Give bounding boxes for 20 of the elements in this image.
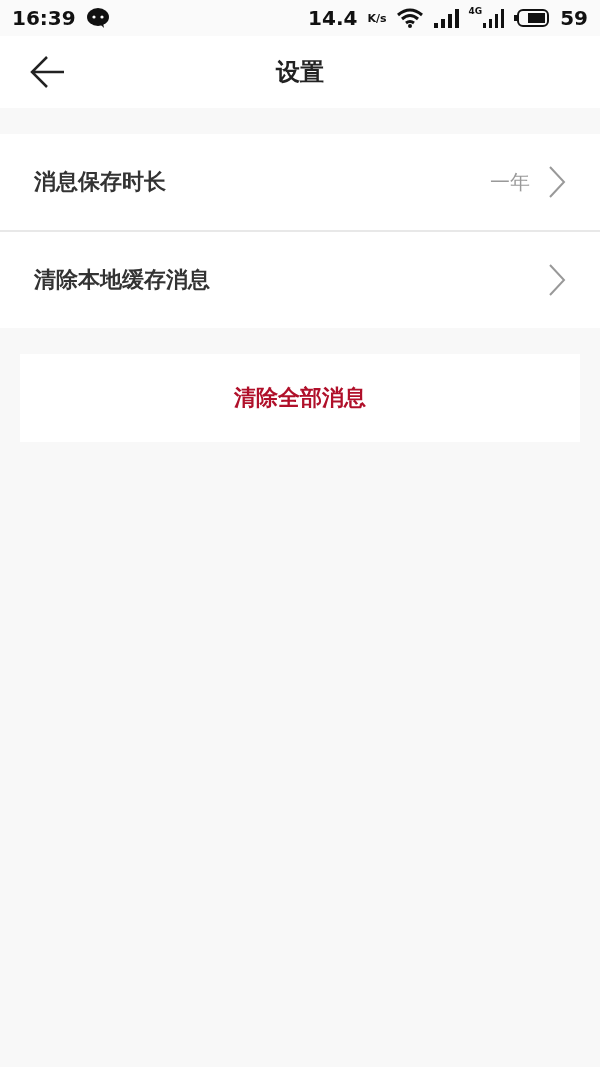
settings-row[interactable]: 消息保存时长 一年	[0, 134, 600, 230]
row-label: 消息保存时长	[34, 168, 167, 196]
battery-icon	[514, 8, 551, 28]
speed-unit: K/s	[367, 11, 387, 25]
page-title: 设置	[276, 57, 324, 88]
row-value: 一年	[490, 168, 530, 196]
settings-row[interactable]: 清除本地缓存消息	[0, 230, 600, 328]
network-speed: 14.4	[308, 6, 358, 30]
row-label: 清除本地缓存消息	[34, 266, 211, 294]
chat-bubble-icon	[85, 7, 110, 29]
back-arrow-icon[interactable]	[30, 54, 66, 90]
chevron-right-icon	[548, 263, 566, 297]
network-type: 4G	[468, 6, 483, 16]
wifi-icon	[396, 8, 423, 28]
clear-all-button[interactable]: 清除全部消息	[20, 354, 580, 442]
signal-icon	[432, 8, 459, 28]
battery-level: 59	[560, 6, 588, 30]
chevron-right-icon	[548, 165, 566, 199]
status-time: 16:39	[12, 6, 76, 30]
signal-icon	[482, 8, 505, 28]
